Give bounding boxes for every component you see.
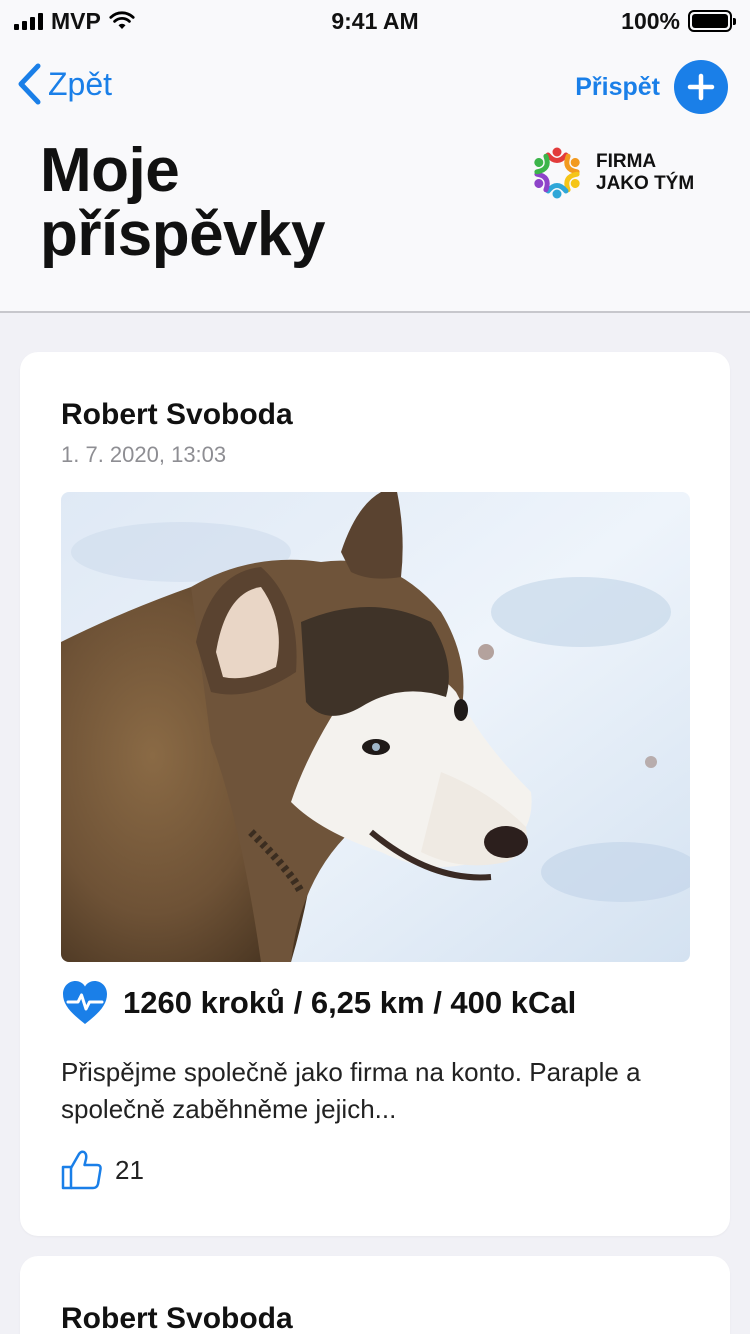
logo-text-line1: FIRMA	[596, 151, 657, 172]
back-label: Zpět	[48, 65, 113, 102]
add-post-label: Přispět	[575, 72, 660, 101]
wifi-icon	[109, 11, 135, 29]
like-count: 21	[115, 1154, 144, 1185]
status-right: 100%	[621, 7, 736, 35]
status-left: MVP	[14, 8, 135, 35]
page-title-line1: Moje	[40, 136, 180, 205]
thumbs-up-icon	[61, 1150, 102, 1190]
chevron-left-icon	[18, 63, 41, 105]
nav-header: Zpět Přispět Moje příspěvky FIRMA JAKO T…	[0, 42, 750, 313]
activity-stats: 1260 kroků / 6,25 km / 400 kCal	[61, 980, 576, 1026]
like-button[interactable]: 21	[61, 1150, 144, 1190]
status-bar: MVP 9:41 AM 100%	[0, 0, 750, 42]
activity-stats-text: 1260 kroků / 6,25 km / 400 kCal	[123, 985, 577, 1020]
battery-icon	[688, 10, 736, 32]
post-photo[interactable]	[61, 492, 690, 962]
screen: MVP 9:41 AM 100% Zpět Přispět Moje přísp…	[0, 0, 750, 1334]
plus-icon[interactable]	[674, 60, 728, 114]
logo-text-line2: JAKO TÝM	[596, 173, 695, 194]
signal-icon	[14, 12, 43, 30]
page-title: Moje příspěvky	[40, 140, 500, 266]
post-description: Přispějme společně jako firma na konto. …	[61, 1057, 641, 1124]
company-logo: FIRMA JAKO TÝM	[528, 144, 694, 202]
logo-text: FIRMA JAKO TÝM	[596, 151, 694, 195]
post-author: Robert Svoboda	[61, 398, 293, 431]
husky-dog-photo	[61, 492, 690, 962]
post-date: 1. 7. 2020, 13:03	[61, 442, 227, 467]
page-title-line2: příspěvky	[40, 200, 326, 269]
back-button[interactable]: Zpět	[16, 62, 112, 106]
post-card[interactable]: Robert Svoboda	[20, 1256, 730, 1334]
post-author: Robert Svoboda	[61, 1302, 293, 1334]
post-card[interactable]: Robert Svoboda 1. 7. 2020, 13:03 1260 kr…	[20, 352, 730, 1236]
add-post-button[interactable]: Přispět	[575, 60, 728, 114]
carrier-name: MVP	[51, 7, 101, 34]
battery-percent: 100%	[621, 7, 680, 34]
heart-pulse-icon	[63, 981, 107, 1024]
logo-mark-icon	[534, 147, 580, 199]
